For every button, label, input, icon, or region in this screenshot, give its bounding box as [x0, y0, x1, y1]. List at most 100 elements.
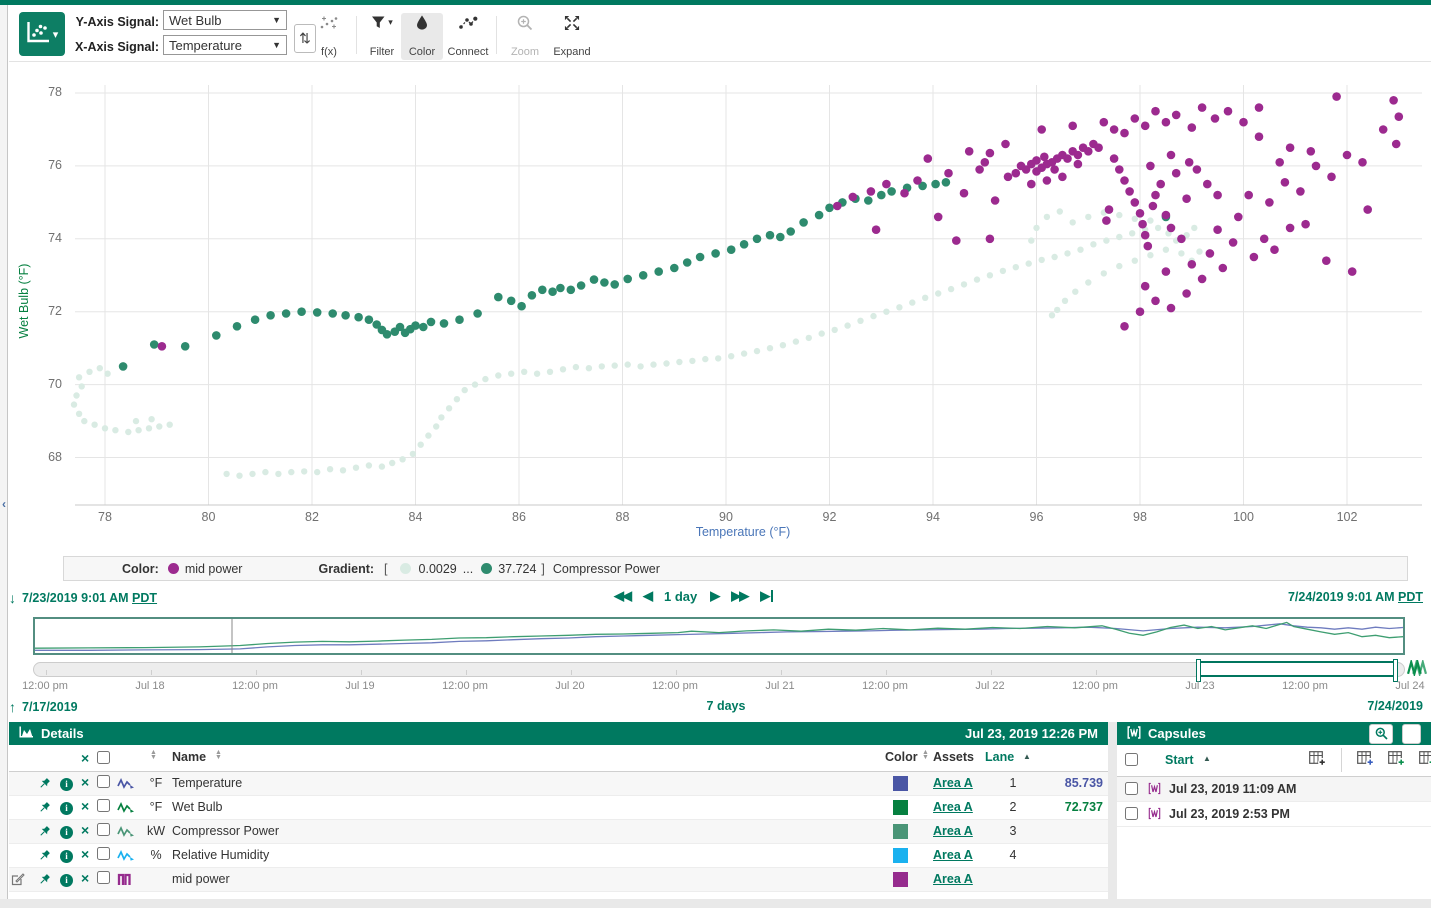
color-swatch[interactable]: [893, 776, 908, 791]
remove-icon[interactable]: ×: [81, 822, 89, 838]
select-all-checkbox[interactable]: [97, 751, 110, 764]
step-back-icon[interactable]: ◀: [643, 588, 651, 604]
details-panel-title: Details: [41, 726, 84, 741]
overview-range-start[interactable]: ↑ 7/17/2019: [9, 699, 78, 715]
step-size-label[interactable]: 1 day: [664, 589, 697, 604]
filter-button[interactable]: ▾ Filter: [359, 13, 405, 60]
step-to-end-icon[interactable]: ▶: [760, 588, 773, 604]
info-icon[interactable]: i: [60, 776, 73, 791]
fx-button[interactable]: f(x): [315, 13, 343, 60]
pin-icon[interactable]: [38, 801, 51, 817]
remove-icon[interactable]: ×: [81, 774, 89, 790]
time-axis-label: 12:00 pm: [1263, 680, 1347, 692]
step-back-fast-icon[interactable]: ◀◀: [614, 588, 630, 604]
sort-asc-icon[interactable]: ▲: [1023, 752, 1031, 761]
info-icon[interactable]: i: [60, 800, 73, 815]
range-end-datetime: 7/24/2019 9:01 AM: [1288, 590, 1395, 604]
pin-icon[interactable]: [38, 825, 51, 841]
row-checkbox[interactable]: [97, 799, 110, 812]
add-column-icon[interactable]: [1357, 751, 1375, 770]
remove-icon[interactable]: ×: [81, 870, 89, 886]
add-column-icon[interactable]: [1419, 751, 1431, 770]
capsule-row[interactable]: Jul 23, 2019 11:09 AM: [1117, 777, 1431, 802]
add-column-icon[interactable]: [1388, 751, 1406, 770]
capsule-search-button[interactable]: [1369, 724, 1393, 744]
color-swatch[interactable]: [893, 800, 908, 815]
pin-icon[interactable]: [38, 777, 51, 793]
filter-label: Filter: [370, 46, 394, 58]
color-button[interactable]: Color: [401, 13, 443, 60]
sort-icon[interactable]: ▲▼: [215, 750, 222, 760]
range-handle-left[interactable]: [1196, 659, 1201, 682]
display-range-start[interactable]: ↓ 7/23/2019 9:01 AM PDT: [9, 590, 157, 606]
info-icon[interactable]: i: [60, 824, 73, 839]
mid-power-dot-icon: [168, 563, 179, 574]
x-tick-label: 88: [603, 510, 643, 524]
capsule-checkbox[interactable]: [1125, 782, 1138, 795]
asset-link[interactable]: Area A: [933, 776, 973, 790]
scatter-toolbar: ▾ Y-Axis Signal: Wet Bulb ▼ X-Axis Signa…: [9, 5, 1431, 62]
step-forward-icon[interactable]: ▶: [710, 588, 718, 604]
start-column-header[interactable]: Start: [1165, 753, 1193, 767]
arrow-up-icon: ↑: [9, 699, 16, 715]
scrollbar-selected-range[interactable]: [1197, 661, 1397, 677]
item-name: Temperature: [172, 776, 242, 790]
y-axis-signal-select[interactable]: Wet Bulb ▼: [163, 10, 287, 30]
asset-link[interactable]: Area A: [933, 800, 973, 814]
x-tick-label: 90: [706, 510, 746, 524]
asset-link[interactable]: Area A: [933, 824, 973, 838]
time-scrollbar[interactable]: [33, 662, 1405, 677]
range-end-timezone[interactable]: PDT: [1398, 590, 1423, 604]
swap-axes-button[interactable]: ⇅: [294, 24, 316, 53]
connect-button[interactable]: Connect: [439, 13, 497, 60]
remove-all-icon[interactable]: ×: [81, 750, 89, 766]
chart-type-button[interactable]: ▾: [19, 12, 65, 56]
edit-icon[interactable]: [11, 872, 25, 889]
range-start-timezone[interactable]: PDT: [132, 591, 157, 605]
lane-column-header[interactable]: Lane: [985, 750, 1014, 764]
color-swatch[interactable]: [893, 872, 908, 887]
overview-range-end[interactable]: 7/24/2019: [1367, 699, 1423, 713]
info-icon[interactable]: i: [60, 848, 73, 863]
investigate-range-icon[interactable]: [1407, 660, 1427, 677]
display-range-end[interactable]: 7/24/2019 9:01 AM PDT: [1288, 590, 1423, 604]
info-icon[interactable]: i: [60, 872, 73, 887]
color-swatch[interactable]: [893, 824, 908, 839]
name-column-header[interactable]: Name: [172, 750, 206, 764]
row-checkbox[interactable]: [97, 775, 110, 788]
overview-range-duration[interactable]: 7 days: [681, 699, 771, 713]
x-axis-signal-select[interactable]: Temperature ▼: [163, 35, 287, 55]
capsules-table-header: Start ▲: [1117, 745, 1431, 777]
collapse-panel-button[interactable]: [1402, 724, 1421, 744]
row-checkbox[interactable]: [97, 871, 110, 884]
color-swatch[interactable]: [893, 848, 908, 863]
y-axis-title: Wet Bulb (°F): [17, 241, 31, 361]
assets-column-header[interactable]: Assets: [933, 750, 974, 764]
remove-icon[interactable]: ×: [81, 798, 89, 814]
remove-icon[interactable]: ×: [81, 846, 89, 862]
trend-overview-strip[interactable]: [33, 617, 1405, 655]
capsule-checkbox[interactable]: [1125, 807, 1138, 820]
time-axis-label: Jul 23: [1158, 680, 1242, 692]
range-handle-right[interactable]: [1393, 659, 1398, 682]
sort-icon[interactable]: ▲▼: [922, 750, 929, 760]
scatter-plot[interactable]: Wet Bulb (°F) Temperature (°F) 788082848…: [0, 62, 1431, 548]
capsules-select-all-checkbox[interactable]: [1125, 753, 1138, 766]
row-checkbox[interactable]: [97, 823, 110, 836]
asset-link[interactable]: Area A: [933, 848, 973, 862]
capsule-row[interactable]: Jul 23, 2019 2:53 PM: [1117, 802, 1431, 827]
x-tick-label: 98: [1120, 510, 1160, 524]
x-axis-title: Temperature (°F): [643, 525, 843, 539]
sort-icon[interactable]: ▲▼: [150, 750, 157, 760]
color-column-header[interactable]: Color: [885, 750, 918, 764]
add-column-icon[interactable]: [1309, 751, 1327, 770]
row-checkbox[interactable]: [97, 847, 110, 860]
time-axis-label: Jul 21: [738, 680, 822, 692]
asset-link[interactable]: Area A: [933, 872, 973, 886]
expand-button[interactable]: Expand: [545, 13, 599, 60]
step-forward-fast-icon[interactable]: ▶▶: [731, 588, 747, 604]
pin-icon[interactable]: [38, 873, 51, 889]
pin-icon[interactable]: [38, 849, 51, 865]
sort-asc-icon[interactable]: ▲: [1203, 754, 1211, 763]
scatter-canvas[interactable]: [0, 62, 1431, 548]
